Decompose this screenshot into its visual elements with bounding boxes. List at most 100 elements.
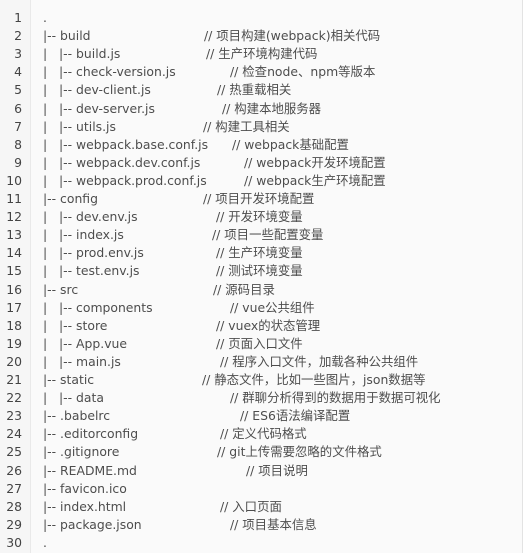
code-text: | |-- build.js [43, 46, 121, 62]
line-number: 23 [6, 408, 22, 424]
code-line: 9 | |-- webpack.dev.conf.js // webpack开发环境… [0, 154, 523, 172]
code-line: 28 |-- index.html // 入口页面 [0, 498, 523, 516]
line-number: 26 [6, 462, 22, 478]
code-text: | |-- components [43, 299, 153, 315]
code-line: 20 | |-- main.js // 程序入口文件，加载各种公共组件 [0, 353, 523, 371]
code-line: 8 | |-- webpack.base.conf.js // webpack基础配… [0, 136, 523, 154]
line-number: 22 [6, 390, 22, 406]
code-comment: // vue公共组件 [230, 299, 315, 315]
code-line: 25 |-- .gitignore // git上传需要忽略的文件格式 [0, 443, 523, 461]
line-number: 30 [6, 534, 22, 550]
code-comment: // 项目构建(webpack)相关代码 [204, 28, 381, 44]
line-number: 6 [14, 100, 22, 116]
code-text: | |-- webpack.dev.conf.js [43, 154, 201, 170]
line-number: 28 [6, 498, 22, 514]
line-number: 19 [6, 335, 22, 351]
code-comment: // vuex的状态管理 [216, 317, 321, 333]
code-text: |-- favicon.ico [43, 480, 127, 496]
code-line: 3 | |-- build.js // 生产环境构建代码 [0, 45, 523, 63]
code-comment: // 群聊分析得到的数据用于数据可视化 [230, 390, 441, 406]
code-text: | |-- dev-server.js [43, 100, 155, 116]
code-line: 6 | |-- dev-server.js // 构建本地服务器 [0, 100, 523, 118]
code-text: . [43, 534, 47, 550]
code-text: | |-- data [43, 390, 104, 406]
code-comment: // 生产环境构建代码 [206, 46, 318, 62]
line-number: 7 [14, 118, 22, 134]
code-text: | |-- main.js [43, 353, 121, 369]
line-number: 21 [6, 372, 22, 387]
code-text: |-- index.html [43, 498, 127, 514]
code-line: 7 | |-- utils.js // 构建工具相关 [0, 118, 523, 136]
code-comment: // 项目一些配置变量 [212, 227, 324, 243]
code-text: | |-- dev.env.js [43, 209, 138, 225]
code-line: 16 |-- src // 源码目录 [0, 281, 523, 299]
code-line: 13 | |-- index.js // 项目一些配置变量 [0, 226, 523, 244]
code-comment: // 测试环境变量 [216, 263, 303, 279]
line-number: 20 [6, 353, 22, 369]
code-line: 26 |-- README.md // 项目说明 [0, 462, 523, 480]
code-text: | |-- store [43, 317, 108, 333]
code-line: 23 |-- .babelrc // ES6语法编译配置 [0, 407, 523, 425]
code-line: 22 | |-- data // 群聊分析得到的数据用于数据可视化 [0, 389, 523, 407]
code-line: 12 | |-- dev.env.js // 开发环境变量 [0, 208, 523, 226]
code-comment: // git上传需要忽略的文件格式 [217, 444, 382, 460]
code-text: | |-- prod.env.js [43, 245, 144, 261]
line-number: 13 [6, 227, 22, 243]
code-line: 1. [0, 9, 523, 27]
code-comment: // 项目基本信息 [230, 516, 317, 532]
line-number: 11 [6, 191, 22, 206]
line-number: 15 [6, 263, 22, 279]
code-comment: // 生产环境变量 [216, 245, 303, 261]
line-number: 1 [14, 10, 22, 25]
code-line: 29 |-- package.json // 项目基本信息 [0, 516, 523, 534]
code-text: |-- config [43, 191, 98, 206]
code-comment: // 项目说明 [246, 462, 308, 478]
code-text: | |-- webpack.base.conf.js [43, 136, 209, 152]
code-text: | |-- test.env.js [43, 263, 140, 279]
code-line: 21 |-- static // 静态文件，比如一些图片，json数据等 [0, 371, 523, 389]
code-text: | |-- dev-client.js [43, 82, 151, 98]
line-number: 2 [14, 28, 22, 44]
code-line: 2 |-- build // 项目构建(webpack)相关代码 [0, 27, 523, 45]
line-number: 17 [6, 299, 22, 315]
code-comment: // 项目开发环境配置 [203, 191, 315, 206]
code-line: 5 | |-- dev-client.js // 热重载相关 [0, 81, 523, 99]
line-number: 24 [6, 426, 22, 442]
code-text: |-- .gitignore [43, 444, 120, 460]
line-number: 4 [14, 64, 22, 80]
code-block: 1. 2 |-- build// 项目构建(webpack)相关代码 3 | |-- b… [0, 0, 523, 553]
code-comment: // 源码目录 [213, 281, 275, 297]
code-comment: // 定义代码格式 [220, 426, 307, 442]
line-number: 18 [6, 317, 22, 333]
code-comment: // 检查node、npm等版本 [230, 64, 376, 80]
code-text: | |-- App.vue [43, 335, 127, 351]
line-number: 25 [6, 444, 22, 460]
code-comment: // 入口页面 [220, 498, 282, 514]
code-text: |-- README.md [43, 462, 137, 478]
code-line: 11 |-- config // 项目开发环境配置 [0, 190, 523, 208]
code-comment: // webpack基础配置 [232, 136, 349, 152]
line-number: 9 [14, 154, 22, 170]
code-text: . [43, 10, 47, 25]
code-comment: // webpack生产环境配置 [244, 172, 386, 188]
code-text: |-- static [43, 372, 95, 387]
code-text: |-- .editorconfig [43, 426, 139, 442]
line-number: 29 [6, 516, 22, 532]
line-number: 12 [6, 209, 22, 225]
code-line: 14 | |-- prod.env.js // 生产环境变量 [0, 244, 523, 262]
code-text: | |-- index.js [43, 227, 124, 243]
code-line: 10 | |-- webpack.prod.conf.js // webpack生产… [0, 172, 523, 190]
code-comment: // webpack开发环境配置 [244, 154, 386, 170]
code-text: | |-- utils.js [43, 118, 116, 134]
line-number: 27 [6, 480, 22, 496]
code-comment: // 页面入口文件 [216, 335, 303, 351]
code-text: |-- src [43, 281, 79, 297]
code-line: 17 | |-- components // vue公共组件 [0, 299, 523, 317]
code-text: |-- package.json [43, 516, 142, 532]
line-number: 14 [6, 245, 22, 261]
code-line: 24 |-- .editorconfig // 定义代码格式 [0, 425, 523, 443]
line-number: 10 [6, 172, 22, 188]
code-comment: // 程序入口文件，加载各种公共组件 [220, 353, 419, 369]
code-line: 4 | |-- check-version.js // 检查node、npm等版本 [0, 63, 523, 81]
code-line: 19 | |-- App.vue // 页面入口文件 [0, 335, 523, 353]
